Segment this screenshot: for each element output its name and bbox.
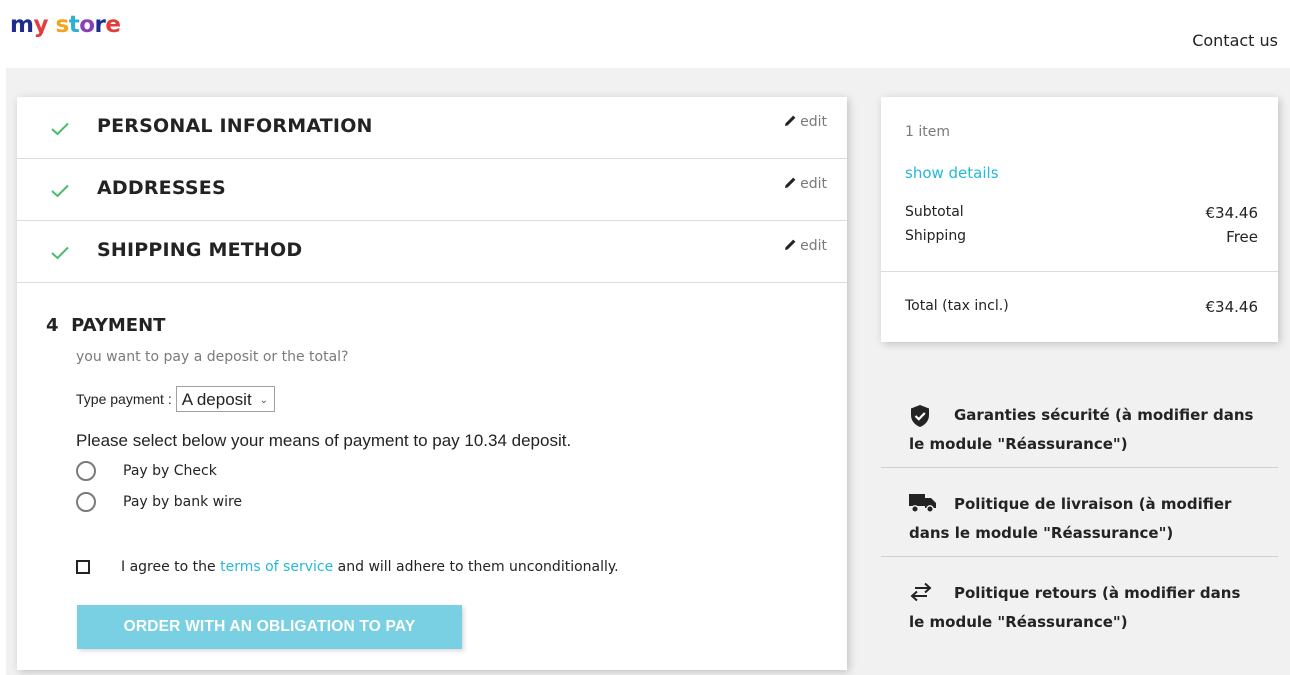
terms-prefix: I agree to the — [121, 559, 216, 575]
shipping-label: Shipping — [905, 228, 967, 244]
reassurance-item-security: Garanties sécurité (à modifier dans le m… — [881, 379, 1278, 468]
terms-row: I agree to the terms of service and will… — [76, 559, 619, 575]
payment-means-text: Please select below your means of paymen… — [76, 431, 572, 450]
payment-option-check[interactable]: Pay by Check — [76, 461, 217, 481]
check-icon — [51, 121, 69, 140]
edit-label: edit — [800, 114, 827, 130]
pencil-icon — [785, 239, 796, 250]
subtotal-value: €34.46 — [1205, 204, 1259, 222]
edit-button[interactable]: edit — [784, 238, 827, 254]
edit-button[interactable]: edit — [784, 114, 827, 130]
payment-option-label: Pay by Check — [123, 463, 217, 479]
payment-heading: 4 PAYMENT — [46, 315, 165, 336]
terms-checkbox[interactable] — [76, 560, 90, 574]
summary-divider — [881, 271, 1278, 272]
pencil-icon — [785, 115, 796, 126]
chevron-down-icon: ⌄ — [259, 394, 269, 406]
terms-of-service-link[interactable]: terms of service — [220, 559, 333, 575]
step-personal-information[interactable]: PERSONAL INFORMATION edit — [17, 97, 847, 159]
total-label: Total (tax incl.) — [905, 298, 1009, 314]
total-value: €34.46 — [1205, 298, 1259, 316]
step-title: ADDRESSES — [97, 177, 226, 199]
show-details-link[interactable]: show details — [905, 164, 999, 182]
shipping-value: Free — [1226, 228, 1258, 246]
payment-type-select[interactable]: A deposit ⌄ — [175, 386, 276, 412]
order-button[interactable]: ORDER WITH AN OBLIGATION TO PAY — [77, 605, 462, 649]
step-title: PAYMENT — [71, 315, 166, 336]
site-header: my store Contact us — [0, 0, 1290, 68]
edit-label: edit — [800, 238, 827, 254]
store-logo[interactable]: my store — [10, 12, 121, 38]
checkout-page: PERSONAL INFORMATION edit ADDRESSES edit… — [6, 68, 1290, 675]
shipping-row: Shipping Free — [905, 228, 1258, 246]
reassurance-text: Garanties sécurité (à modifier dans le m… — [909, 406, 1254, 453]
reassurance-text: Politique retours (à modifier dans le mo… — [909, 584, 1241, 631]
step-title: SHIPPING METHOD — [97, 239, 303, 261]
payment-option-label: Pay by bank wire — [123, 494, 243, 510]
cart-summary: 1 item show details Subtotal €34.46 Ship… — [881, 97, 1278, 342]
step-shipping-method[interactable]: SHIPPING METHOD edit — [17, 221, 847, 283]
payment-option-bank-wire[interactable]: Pay by bank wire — [76, 492, 242, 512]
total-row: Total (tax incl.) €34.46 — [905, 298, 1258, 316]
check-icon — [51, 183, 69, 202]
contact-us-link[interactable]: Contact us — [1192, 31, 1278, 50]
reassurance-item-returns: Politique retours (à modifier dans le mo… — [881, 557, 1278, 646]
edit-button[interactable]: edit — [784, 176, 827, 192]
check-icon — [51, 245, 69, 264]
step-addresses[interactable]: ADDRESSES edit — [17, 159, 847, 221]
radio-button[interactable] — [76, 492, 96, 512]
subtotal-label: Subtotal — [905, 204, 964, 220]
payment-question: you want to pay a deposit or the total? — [76, 349, 349, 365]
payment-type-row: Type payment : A deposit ⌄ — [76, 386, 276, 412]
payment-type-value: A deposit — [181, 390, 252, 409]
radio-button[interactable] — [76, 461, 96, 481]
terms-text: I agree to the terms of service and will… — [121, 559, 619, 575]
step-number: 4 — [46, 315, 59, 336]
reassurance-item-delivery: Politique de livraison (à modifier dans … — [881, 468, 1278, 557]
item-count: 1 item — [905, 124, 950, 140]
edit-label: edit — [800, 176, 827, 192]
payment-type-label: Type payment : — [76, 391, 172, 407]
terms-suffix: and will adhere to them unconditionally. — [337, 559, 619, 575]
pencil-icon — [785, 177, 796, 188]
step-title: PERSONAL INFORMATION — [97, 115, 373, 137]
reassurance-text: Politique de livraison (à modifier dans … — [909, 495, 1232, 542]
checkout-steps: PERSONAL INFORMATION edit ADDRESSES edit… — [17, 97, 847, 670]
subtotal-row: Subtotal €34.46 — [905, 204, 1258, 222]
